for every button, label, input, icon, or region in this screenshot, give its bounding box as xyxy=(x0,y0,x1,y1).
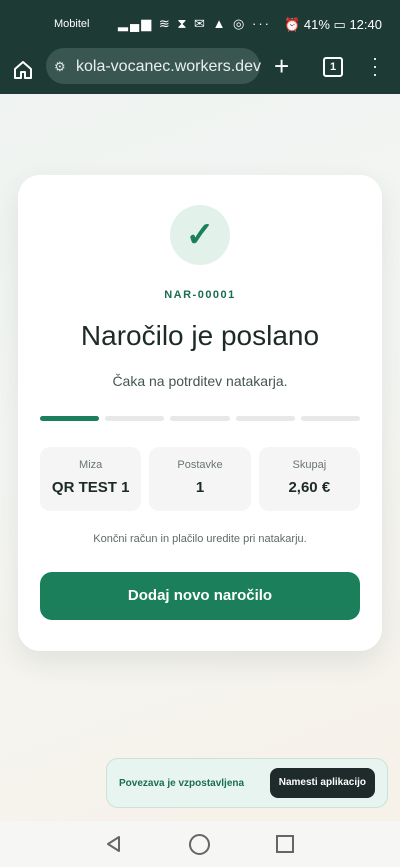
page-title: Naročilo je poslano xyxy=(80,320,320,351)
site-settings-icon[interactable]: ⚙ xyxy=(54,59,66,75)
url-text[interactable]: kola-vocanec.workers.dev xyxy=(76,58,261,76)
status-icons: ▂▄▆ ≋ ⧗ ✉ ▲ ◎ ··· xyxy=(118,16,271,31)
stat-label: Miza xyxy=(79,459,103,471)
stat-value: 2,60 € xyxy=(288,479,331,496)
stat-value: 1 xyxy=(195,479,205,496)
status-right: ⏰ 41% ▭ 12:40 xyxy=(284,17,382,33)
order-summary: Miza QR TEST 1 Postavke 1 Skupaj 2,60 € xyxy=(40,447,360,511)
order-confirmation-card: ✓ NAR-00001 Naročilo je poslano Čaka na … xyxy=(18,175,382,651)
install-app-button[interactable]: Namesti aplikacijo xyxy=(269,768,375,798)
battery-icon: ▭ xyxy=(333,17,346,32)
recent-apps-icon[interactable] xyxy=(276,835,294,853)
connection-toast: Povezava je vzpostavljena Namesti aplika… xyxy=(106,758,388,808)
home-icon[interactable] xyxy=(12,59,34,81)
stat-table: Miza QR TEST 1 xyxy=(40,447,142,511)
progress-step xyxy=(170,416,230,421)
progress-step xyxy=(40,416,100,421)
progress-step xyxy=(105,416,165,421)
order-number: NAR-00001 xyxy=(164,289,236,301)
checkmark-icon: ✓ xyxy=(170,205,230,265)
payment-note: Končni račun in plačilo uredite pri nata… xyxy=(93,533,307,545)
back-icon[interactable] xyxy=(104,834,124,859)
connection-status-text: Povezava je vzpostavljena xyxy=(119,778,245,789)
progress-step xyxy=(300,416,361,421)
new-order-button[interactable]: Dodaj novo naročilo xyxy=(40,572,360,620)
stat-items: Postavke 1 xyxy=(149,447,251,511)
url-bar[interactable]: ⚙ kola-vocanec.workers.dev xyxy=(46,48,261,84)
order-status-text: Čaka na potrditev natakarja. xyxy=(112,373,288,389)
status-bar: Mobitel ▂▄▆ ≋ ⧗ ✉ ▲ ◎ ··· ⏰ 41% ▭ 12:40 xyxy=(0,0,400,48)
browser-toolbar: ⚙ kola-vocanec.workers.dev + 1 · · · xyxy=(0,48,400,94)
tabs-icon[interactable]: 1 xyxy=(323,57,343,77)
progress-step xyxy=(235,416,295,421)
stat-total: Skupaj 2,60 € xyxy=(258,447,360,511)
system-nav-bar xyxy=(0,821,400,867)
clock: 12:40 xyxy=(349,17,382,32)
order-progress xyxy=(40,416,361,421)
menu-icon[interactable]: · · · xyxy=(372,49,378,83)
stat-label: Postavke xyxy=(177,459,223,471)
nav-home-icon[interactable] xyxy=(189,834,210,855)
carrier-label: Mobitel xyxy=(54,18,90,30)
battery-percent: 41% xyxy=(303,17,330,32)
stat-label: Skupaj xyxy=(292,459,327,471)
alarm-icon: ⏰ xyxy=(284,17,301,32)
stat-value: QR TEST 1 xyxy=(51,479,130,496)
new-tab-icon[interactable]: + xyxy=(274,53,289,79)
